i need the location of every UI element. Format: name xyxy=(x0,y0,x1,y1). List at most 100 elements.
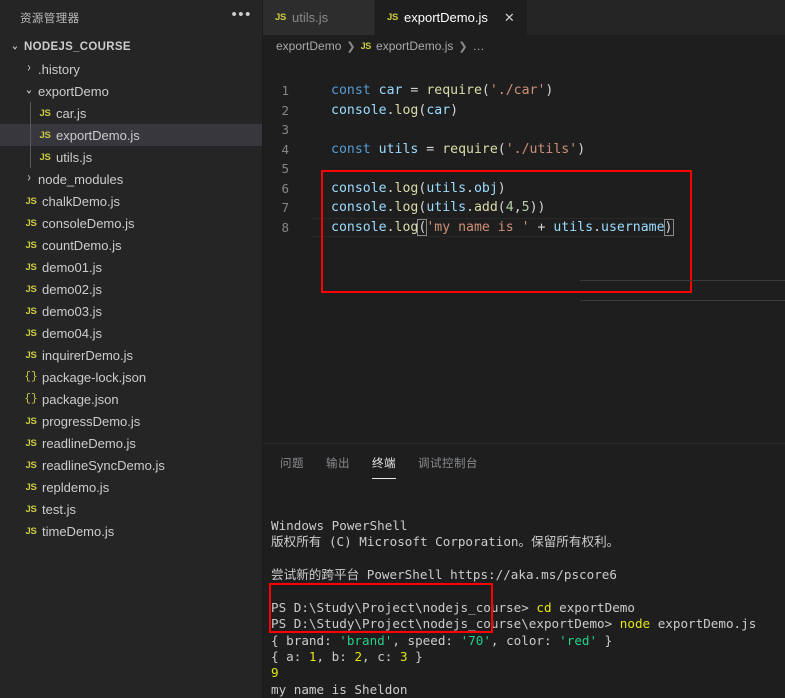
code-text[interactable]: const utils = require('./utils') xyxy=(311,140,585,160)
panel-tab-debug-console[interactable]: 调试控制台 xyxy=(418,455,478,479)
line-number: 4 xyxy=(281,141,289,157)
code-token: console xyxy=(331,200,387,215)
js-file-icon: JS xyxy=(25,305,37,317)
code-line[interactable]: 8 console.log('my name is ' + utils.usern… xyxy=(263,218,785,238)
code-line[interactable]: 4 const utils = require('./utils') xyxy=(263,140,785,160)
terminal-text: 版权所有 (C) Microsoft Corporation。保留所有权利。 xyxy=(271,534,620,550)
code-token: . xyxy=(466,180,474,196)
tree-item-label: test.js xyxy=(42,501,76,517)
js-file-icon: JS xyxy=(39,129,51,141)
vscode-window: 资源管理器 ••• ⌄ NODEJS_COURSE › .history ⌄ e… xyxy=(0,0,785,698)
js-file-icon: JS xyxy=(25,239,37,251)
tree-item-label: chalkDemo.js xyxy=(42,193,121,209)
tree-item-chalkdemo-js[interactable]: JS chalkDemo.js xyxy=(0,190,262,212)
tab-label: exportDemo.js xyxy=(404,10,488,25)
json-file-icon: {} xyxy=(24,371,38,383)
tree-item-inquirerdemo-js[interactable]: JS inquirerDemo.js xyxy=(0,344,262,366)
panel-tab-problems[interactable]: 问题 xyxy=(280,455,304,479)
breadcrumb-more[interactable]: … xyxy=(473,39,485,53)
code-editor[interactable]: 1 const car = require('./car') 2 console.lo… xyxy=(263,57,785,443)
tree-item-package-json[interactable]: {} package.json xyxy=(0,388,262,410)
tree-item-test-js[interactable]: JS test.js xyxy=(0,498,262,520)
tree-item-label: progressDemo.js xyxy=(42,413,141,429)
tree-item-utils-js[interactable]: JS utils.js xyxy=(0,146,262,168)
code-text[interactable]: console.log(car) xyxy=(311,101,458,121)
code-token: ) xyxy=(577,141,586,157)
tree-item-exportdemo-folder[interactable]: ⌄ exportDemo xyxy=(0,80,262,102)
code-line[interactable]: 2 console.log(car) xyxy=(263,101,785,121)
code-token: log xyxy=(394,200,419,215)
file-tree[interactable]: ⌄ NODEJS_COURSE › .history ⌄ exportDemo … xyxy=(0,35,262,698)
code-token: './utils' xyxy=(505,141,578,157)
panel-tab-output[interactable]: 输出 xyxy=(326,455,350,479)
chevron-right-icon: › xyxy=(27,60,31,76)
code-lines[interactable]: 1 const car = require('./car') 2 console.lo… xyxy=(263,57,785,237)
terminal-output[interactable]: Windows PowerShell 版权所有 (C) Microsoft Cor… xyxy=(263,479,785,698)
tree-item-demo02-js[interactable]: JS demo02.js xyxy=(0,278,262,300)
terminal-line: PS D:\Study\Project\nodejs_course> cd ex… xyxy=(271,600,785,616)
tree-item-car-js[interactable]: JS car.js xyxy=(0,102,262,124)
tree-item-consoledemo-js[interactable]: JS consoleDemo.js xyxy=(0,212,262,234)
code-line[interactable]: 5 xyxy=(263,159,785,179)
tree-item-demo03-js[interactable]: JS demo03.js xyxy=(0,300,262,322)
tree-item-demo01-js[interactable]: JS demo01.js xyxy=(0,256,262,278)
code-text[interactable]: console.log('my name is ' + utils.userna… xyxy=(311,218,674,238)
tree-root-label: NODEJS_COURSE xyxy=(24,41,131,53)
ellipsis-icon[interactable]: ••• xyxy=(231,7,252,26)
code-token: log xyxy=(394,180,419,196)
code-text[interactable]: const car = require('./car') xyxy=(311,81,553,101)
code-line[interactable]: 7 console.log(utils.add(4,5)) xyxy=(263,198,785,218)
code-token: car xyxy=(426,102,451,118)
close-icon[interactable]: ✕ xyxy=(504,11,515,24)
code-token: console xyxy=(331,219,387,235)
explorer-title: 资源管理器 xyxy=(20,12,80,25)
terminal-line: ​ xyxy=(271,551,785,567)
terminal-text: exportDemo xyxy=(551,599,635,615)
tree-item-readlinedemo-js[interactable]: JS readlineDemo.js xyxy=(0,432,262,454)
tab-utils-js[interactable]: JS utils.js xyxy=(263,0,375,35)
terminal-text: 3 xyxy=(399,649,408,665)
terminal-text: { a: xyxy=(271,649,309,665)
terminal-line: Windows PowerShell xyxy=(271,518,785,534)
code-line[interactable]: 6 console.log(utils.obj) xyxy=(263,179,785,199)
tree-item-label: repldemo.js xyxy=(42,479,110,495)
terminal-line: { brand: 'brand', speed: '70', color: 'r… xyxy=(271,633,785,649)
breadcrumb-folder[interactable]: exportDemo xyxy=(276,39,341,53)
js-file-icon: JS xyxy=(25,459,37,471)
terminal-line: my name is Sheldon xyxy=(271,682,785,698)
tree-item-node-modules[interactable]: › node_modules xyxy=(0,168,262,190)
tree-item-label: readlineDemo.js xyxy=(42,435,136,451)
tree-item-progressdemo-js[interactable]: JS progressDemo.js xyxy=(0,410,262,432)
tab-exportdemo-js[interactable]: JS exportDemo.js ✕ xyxy=(375,0,528,35)
code-token: ) xyxy=(545,83,554,98)
panel-tab-bar: 问题 输出 终端 调试控制台 xyxy=(263,444,785,479)
tree-item-exportdemo-js[interactable]: JS exportDemo.js xyxy=(0,124,262,146)
tree-item-countdemo-js[interactable]: JS countDemo.js xyxy=(0,234,262,256)
tree-root-nodejs-course[interactable]: ⌄ NODEJS_COURSE xyxy=(0,36,262,58)
breadcrumb[interactable]: exportDemo ❯ JS exportDemo.js ❯ … xyxy=(263,35,785,57)
tree-item-label: exportDemo xyxy=(38,83,109,99)
code-text[interactable] xyxy=(311,120,331,140)
terminal-text: node xyxy=(619,616,651,632)
tree-item-demo04-js[interactable]: JS demo04.js xyxy=(0,322,262,344)
breadcrumb-file[interactable]: exportDemo.js xyxy=(376,39,453,53)
tree-item-repldemo-js[interactable]: JS repldemo.js xyxy=(0,476,262,498)
js-file-icon: JS xyxy=(25,437,37,449)
code-token: + xyxy=(529,219,554,235)
tree-item-label: readlineSyncDemo.js xyxy=(42,457,165,473)
panel-tab-terminal[interactable]: 终端 xyxy=(372,455,396,479)
line-number: 6 xyxy=(281,180,289,196)
tree-item-label: consoleDemo.js xyxy=(42,215,135,231)
chevron-right-icon: ❯ xyxy=(346,40,356,53)
js-file-icon: JS xyxy=(25,481,37,493)
tree-item-history[interactable]: › .history xyxy=(0,58,262,80)
code-text[interactable]: console.log(utils.add(4,5)) xyxy=(311,198,546,218)
code-line[interactable]: 3 xyxy=(263,120,785,140)
code-text[interactable] xyxy=(311,159,331,179)
tree-item-package-lock-json[interactable]: {} package-lock.json xyxy=(0,366,262,388)
code-line[interactable]: 1 const car = require('./car') xyxy=(263,81,785,101)
code-text[interactable]: console.log(utils.obj) xyxy=(311,179,506,199)
tree-item-readlinesyncdemo-js[interactable]: JS readlineSyncDemo.js xyxy=(0,454,262,476)
tree-item-timedemo-js[interactable]: JS timeDemo.js xyxy=(0,520,262,542)
